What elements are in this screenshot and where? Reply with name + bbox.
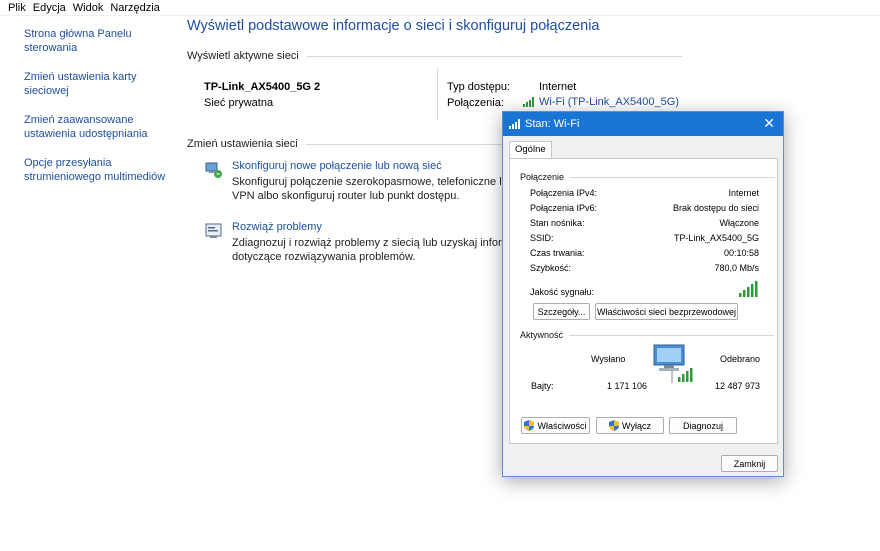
- connection-name: Wi-Fi (TP-Link_AX5400_5G): [539, 96, 679, 108]
- tab-general[interactable]: Ogólne: [509, 141, 552, 159]
- status-row: Szybkość: 780,0 Mb/s: [530, 263, 759, 273]
- ssid-value: TP-Link_AX5400_5G: [673, 233, 759, 243]
- troubleshoot-link[interactable]: Rozwiąż problemy: [232, 221, 322, 233]
- disable-button-label: Wyłącz: [622, 420, 651, 431]
- signal-bars-icon: [739, 281, 758, 297]
- speed-label: Szybkość:: [530, 263, 572, 273]
- close-icon[interactable]: ✕: [763, 115, 775, 132]
- sidebar-item-control-panel-home[interactable]: Strona główna Panelu sterowania: [24, 27, 134, 55]
- access-type-value: Internet: [539, 81, 577, 93]
- new-connection-description: Skonfiguruj połączenie szerokopasmowe, t…: [232, 176, 514, 202]
- ipv6-value: Brak dostępu do sieci: [672, 203, 759, 213]
- ssid-label: SSID:: [530, 233, 554, 243]
- divider: [570, 176, 776, 178]
- troubleshoot-icon: [205, 223, 222, 238]
- sidebar-item-change-adapter-settings[interactable]: Zmień ustawienia karty sieciowej: [24, 70, 139, 98]
- media-state-label: Stan nośnika:: [530, 218, 585, 228]
- sent-label: Wysłano: [591, 354, 626, 364]
- activity-group-label: Aktywność: [520, 330, 564, 340]
- close-button[interactable]: Zamknij: [721, 455, 778, 472]
- bytes-received-value: 12 487 973: [715, 381, 761, 391]
- menu-view[interactable]: Widok: [71, 0, 109, 15]
- network-setup-icon: [205, 162, 222, 178]
- new-connection-link[interactable]: Skonfiguruj nowe połączenie lub nową sie…: [232, 160, 442, 172]
- status-row: Połączenia IPv6: Brak dostępu do sieci: [530, 203, 759, 213]
- bytes-label: Bajty:: [531, 381, 554, 391]
- ipv4-label: Połączenia IPv4:: [530, 188, 598, 198]
- bytes-sent-value: 1 171 106: [607, 381, 648, 391]
- network-type-link[interactable]: Sieć prywatna: [204, 97, 273, 109]
- connection-link[interactable]: Wi-Fi (TP-Link_AX5400_5G): [523, 96, 679, 108]
- tab-panel-general: Połączenie Połączenia IPv4: Internet Poł…: [509, 158, 778, 444]
- sidebar-item-advanced-sharing[interactable]: Zmień zaawansowane ustawienia udostępnia…: [24, 113, 164, 141]
- network-activity-icon: [653, 344, 693, 383]
- status-row: Połączenia IPv4: Internet: [530, 188, 759, 198]
- shield-icon: [609, 420, 620, 431]
- status-row: Czas trwania: 00:10:58: [530, 248, 759, 258]
- disable-button[interactable]: Wyłącz: [596, 417, 664, 434]
- divider: [306, 55, 682, 57]
- access-type-label: Typ dostępu:: [447, 81, 510, 93]
- received-label: Odebrano: [720, 354, 761, 364]
- divider: [437, 68, 438, 120]
- sidebar-item-media-streaming[interactable]: Opcje przesyłania strumieniowego multime…: [24, 156, 169, 184]
- activity-group-header: Aktywność: [520, 330, 775, 340]
- menu-edit[interactable]: Edycja: [31, 0, 71, 15]
- duration-label: Czas trwania:: [530, 248, 585, 258]
- media-state-value: Włączone: [719, 218, 759, 228]
- properties-button[interactable]: Właściwości: [521, 417, 590, 434]
- ipv4-value: Internet: [728, 188, 759, 198]
- details-button[interactable]: Szczegóły...: [533, 303, 590, 320]
- wireless-properties-button[interactable]: Właściwości sieci bezprzewodowej: [595, 303, 738, 320]
- status-row: SSID: TP-Link_AX5400_5G: [530, 233, 759, 243]
- change-settings-header: Zmień ustawienia sieci: [187, 138, 506, 150]
- diagnose-button[interactable]: Diagnozuj: [669, 417, 737, 434]
- troubleshoot-description: Zdiagnozuj i rozwiąż problemy z siecią l…: [232, 237, 531, 263]
- tab-bar: Ogólne: [509, 141, 552, 159]
- speed-value: 780,0 Mb/s: [714, 263, 759, 273]
- signal-quality-row: Jakość sygnału:: [530, 281, 759, 297]
- status-row: Stan nośnika: Włączone: [530, 218, 759, 228]
- wifi-signal-icon: [509, 119, 520, 129]
- connection-group-header: Połączenie: [520, 172, 776, 182]
- signal-quality-label: Jakość sygnału:: [530, 287, 595, 297]
- wifi-signal-icon: [523, 97, 534, 107]
- menu-file[interactable]: Plik: [6, 0, 31, 15]
- active-networks-header: Wyświetl aktywne sieci: [187, 50, 682, 62]
- ipv6-label: Połączenia IPv6:: [530, 203, 598, 213]
- menu-bar: Plik Edycja Widok Narzędzia: [0, 0, 880, 16]
- dialog-title: Stan: Wi-Fi: [525, 118, 580, 130]
- sidebar: Strona główna Panelu sterowania Zmień us…: [24, 27, 169, 199]
- properties-button-label: Właściwości: [537, 420, 587, 431]
- duration-value: 00:10:58: [723, 248, 759, 258]
- network-name: TP-Link_AX5400_5G 2: [204, 81, 321, 93]
- divider: [569, 334, 775, 336]
- divider: [305, 143, 506, 145]
- connections-label: Połączenia:: [447, 97, 504, 109]
- active-networks-label: Wyświetl aktywne sieci: [187, 50, 299, 62]
- page-title: Wyświetl podstawowe informacje o sieci i…: [187, 18, 600, 34]
- connection-group-label: Połączenie: [520, 172, 565, 182]
- wifi-status-dialog: Stan: Wi-Fi ✕ Ogólne Połączenie Połączen…: [502, 111, 784, 477]
- dialog-titlebar[interactable]: Stan: Wi-Fi ✕: [503, 112, 783, 136]
- menu-tools[interactable]: Narzędzia: [108, 0, 165, 15]
- change-settings-label: Zmień ustawienia sieci: [187, 138, 298, 150]
- shield-icon: [524, 420, 535, 431]
